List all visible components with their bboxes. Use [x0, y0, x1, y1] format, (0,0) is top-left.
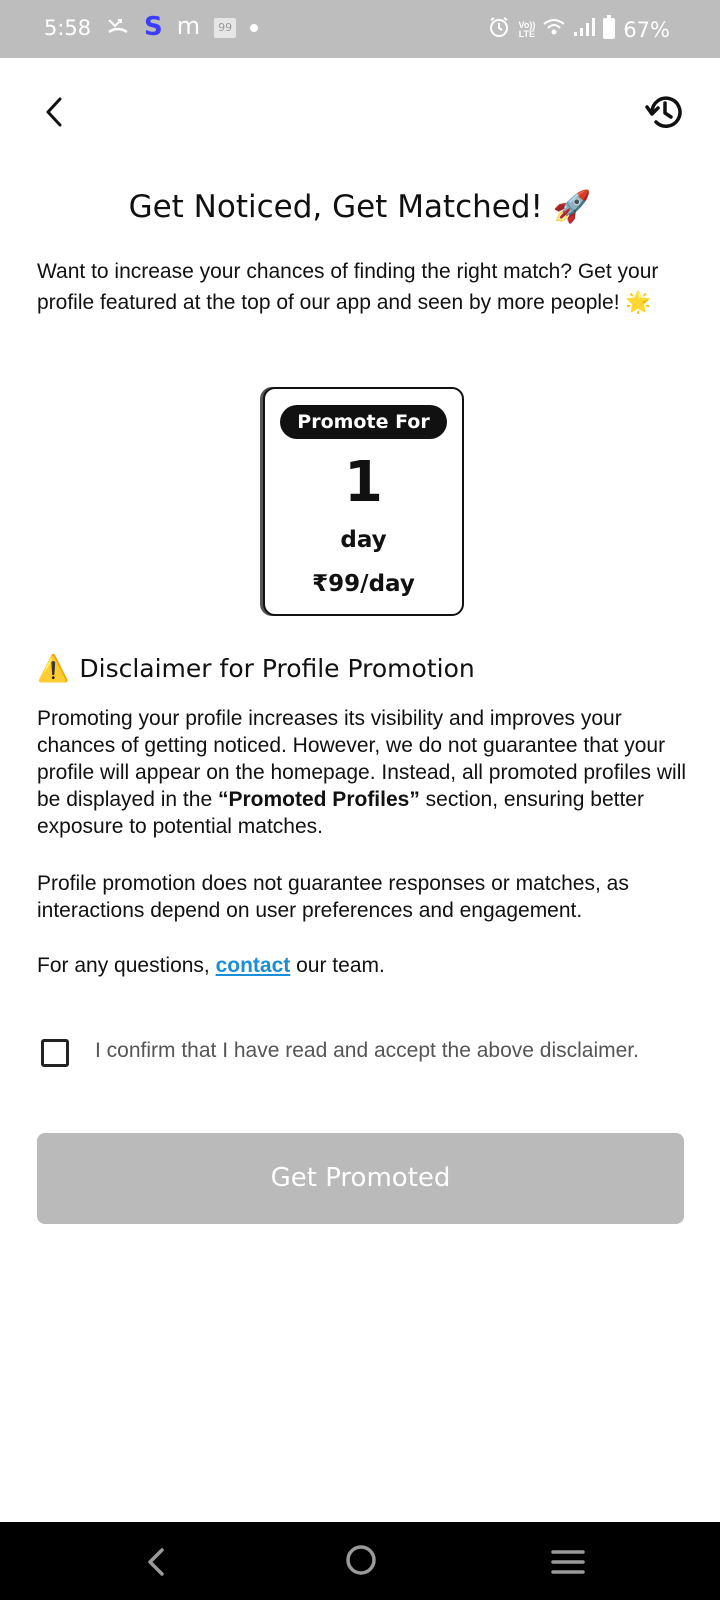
get-promoted-button[interactable]: Get Promoted: [37, 1133, 684, 1224]
confirm-label[interactable]: I confirm that I have read and accept th…: [95, 1035, 685, 1066]
promote-price: ₹99/day: [312, 571, 415, 597]
missed-call-icon: [106, 14, 130, 40]
battery-percent: 67%: [623, 17, 670, 42]
contact-suffix: our team.: [290, 954, 385, 977]
chevron-left-icon: [46, 97, 62, 127]
disclaimer-title: Disclaimer for Profile Promotion: [79, 654, 475, 683]
disclaimer-paragraph-1: Promoting your profile increases its vis…: [37, 705, 687, 840]
status-right-icons: Vo)) LTE 67%: [488, 15, 670, 44]
nav-back-button[interactable]: [136, 1542, 176, 1582]
nav-home-icon: [346, 1545, 376, 1575]
promote-for-label: Promote For: [280, 405, 447, 439]
nav-home-button[interactable]: [341, 1540, 381, 1580]
signal-icon: [573, 17, 596, 42]
disclaimer-heading: ⚠️ Disclaimer for Profile Promotion: [37, 653, 475, 684]
m-app-icon: m: [176, 12, 201, 40]
promote-day-count: 1: [344, 450, 383, 515]
alarm-icon: [488, 16, 510, 43]
contact-prefix: For any questions,: [37, 954, 216, 977]
confirm-checkbox[interactable]: [41, 1039, 69, 1067]
history-button[interactable]: [644, 92, 684, 132]
s-app-icon: S: [144, 12, 163, 42]
notification-dot-icon: [250, 24, 259, 32]
status-time: 5:58: [44, 16, 92, 40]
volte-icon: Vo)) LTE: [518, 20, 536, 39]
battery-icon: [603, 15, 616, 44]
app-99-icon: 99: [214, 18, 237, 38]
intro-text: Want to increase your chances of finding…: [37, 260, 659, 314]
nav-recents-icon: [551, 1550, 585, 1574]
disclaimer-paragraph-2: Profile promotion does not guarantee res…: [37, 872, 629, 922]
contact-link[interactable]: contact: [216, 954, 291, 977]
status-left-icons: S m 99: [106, 12, 259, 42]
promoted-profiles-label: “Promoted Profiles”: [217, 788, 420, 811]
volte-bottom-label: LTE: [518, 28, 536, 39]
back-button[interactable]: [36, 92, 76, 132]
wifi-icon: [543, 17, 565, 42]
disclaimer-paragraph-3: For any questions, contact our team.: [37, 952, 687, 979]
status-bar: 5:58 S m 99 Vo)) LTE 67%: [0, 0, 720, 58]
promote-duration-card[interactable]: Promote For 1 day ₹99/day: [263, 387, 464, 616]
nav-back-icon: [148, 1548, 164, 1576]
page-title: Get Noticed, Get Matched! 🚀: [128, 189, 592, 225]
nav-recents-button[interactable]: [548, 1542, 588, 1582]
navigation-bar: [0, 1522, 720, 1600]
history-icon: [645, 96, 682, 128]
promote-day-unit: day: [340, 527, 387, 553]
warning-icon: ⚠️: [37, 653, 70, 683]
